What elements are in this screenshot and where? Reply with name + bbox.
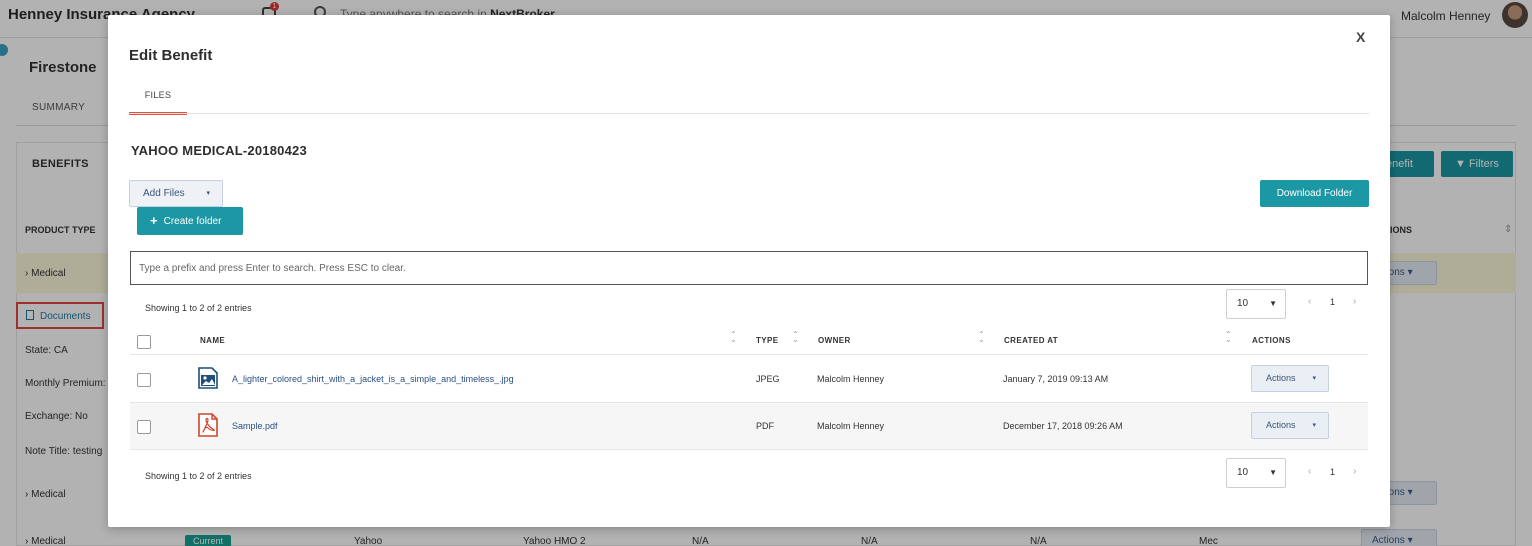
close-button[interactable]: X xyxy=(1356,29,1365,45)
add-files-label: Add Files xyxy=(143,188,185,199)
caret-down-icon: ▾ xyxy=(206,190,210,197)
row-divider xyxy=(130,449,1368,450)
page-size-select[interactable]: 10 ▼ xyxy=(1226,458,1286,488)
prefix-search-input[interactable] xyxy=(130,251,1368,285)
caret-down-icon: ▾ xyxy=(1312,375,1316,382)
pagination-page[interactable]: 1 xyxy=(1330,297,1335,307)
page-size-select[interactable]: 10 ▼ xyxy=(1226,289,1286,319)
pagination-next-icon[interactable]: › xyxy=(1353,466,1356,477)
row-checkbox[interactable] xyxy=(137,373,151,387)
file-actions-label: Actions xyxy=(1266,373,1296,383)
row-checkbox[interactable] xyxy=(137,420,151,434)
file-actions-button[interactable]: Actions ▾ xyxy=(1251,412,1329,439)
dropdown-caret-icon: ▼ xyxy=(1269,468,1277,477)
sort-icon[interactable]: ⌃ ⌄ xyxy=(978,331,985,344)
pagination-next-icon[interactable]: › xyxy=(1353,296,1356,307)
header-divider xyxy=(130,354,1368,355)
dropdown-caret-icon: ▼ xyxy=(1269,299,1277,308)
image-file-icon xyxy=(198,367,218,389)
create-folder-label: Create folder xyxy=(163,216,222,227)
column-header-name[interactable]: NAME xyxy=(200,336,225,345)
page-size-value: 10 xyxy=(1237,467,1249,478)
file-created-at: January 7, 2019 09:13 AM xyxy=(1003,374,1109,384)
pdf-file-icon xyxy=(198,413,218,437)
pagination-prev-icon[interactable]: ‹ xyxy=(1308,466,1311,477)
file-type: JPEG xyxy=(756,374,780,384)
entries-info: Showing 1 to 2 of 2 entries xyxy=(145,471,252,481)
sort-icon[interactable]: ⌃ ⌄ xyxy=(730,331,737,344)
plus-icon: + xyxy=(150,213,158,228)
modal-title: Edit Benefit xyxy=(129,47,213,64)
file-owner: Malcolm Henney xyxy=(817,421,885,431)
sort-icon[interactable]: ⌃ ⌄ xyxy=(792,331,799,344)
tab-files[interactable]: FILES xyxy=(129,81,187,115)
download-folder-button[interactable]: Download Folder xyxy=(1260,180,1369,207)
table-row xyxy=(130,403,1368,449)
file-owner: Malcolm Henney xyxy=(817,374,885,384)
pagination-prev-icon[interactable]: ‹ xyxy=(1308,296,1311,307)
benefit-name: YAHOO MEDICAL-20180423 xyxy=(131,143,307,158)
file-name-link[interactable]: A_lighter_colored_shirt_with_a_jacket_is… xyxy=(232,374,514,384)
edit-benefit-modal: Edit Benefit X FILES YAHOO MEDICAL-20180… xyxy=(108,15,1390,527)
page-size-value: 10 xyxy=(1237,298,1249,309)
file-actions-button[interactable]: Actions ▾ xyxy=(1251,365,1329,392)
create-folder-button[interactable]: + Create folder xyxy=(137,207,243,235)
tabs-divider xyxy=(129,113,1369,114)
column-header-created-at[interactable]: CREATED AT xyxy=(1004,336,1058,345)
file-actions-label: Actions xyxy=(1266,420,1296,430)
entries-info: Showing 1 to 2 of 2 entries xyxy=(145,303,252,313)
select-all-checkbox[interactable] xyxy=(137,335,151,349)
sort-icon[interactable]: ⌃ ⌄ xyxy=(1225,331,1232,344)
column-header-actions: ACTIONS xyxy=(1252,336,1291,345)
file-type: PDF xyxy=(756,421,774,431)
file-created-at: December 17, 2018 09:26 AM xyxy=(1003,421,1123,431)
file-name-link[interactable]: Sample.pdf xyxy=(232,421,278,431)
caret-down-icon: ▾ xyxy=(1312,422,1316,429)
column-header-owner[interactable]: OWNER xyxy=(818,336,851,345)
add-files-button[interactable]: Add Files ▾ xyxy=(129,180,223,207)
column-header-type[interactable]: TYPE xyxy=(756,336,779,345)
pagination-page[interactable]: 1 xyxy=(1330,467,1335,477)
